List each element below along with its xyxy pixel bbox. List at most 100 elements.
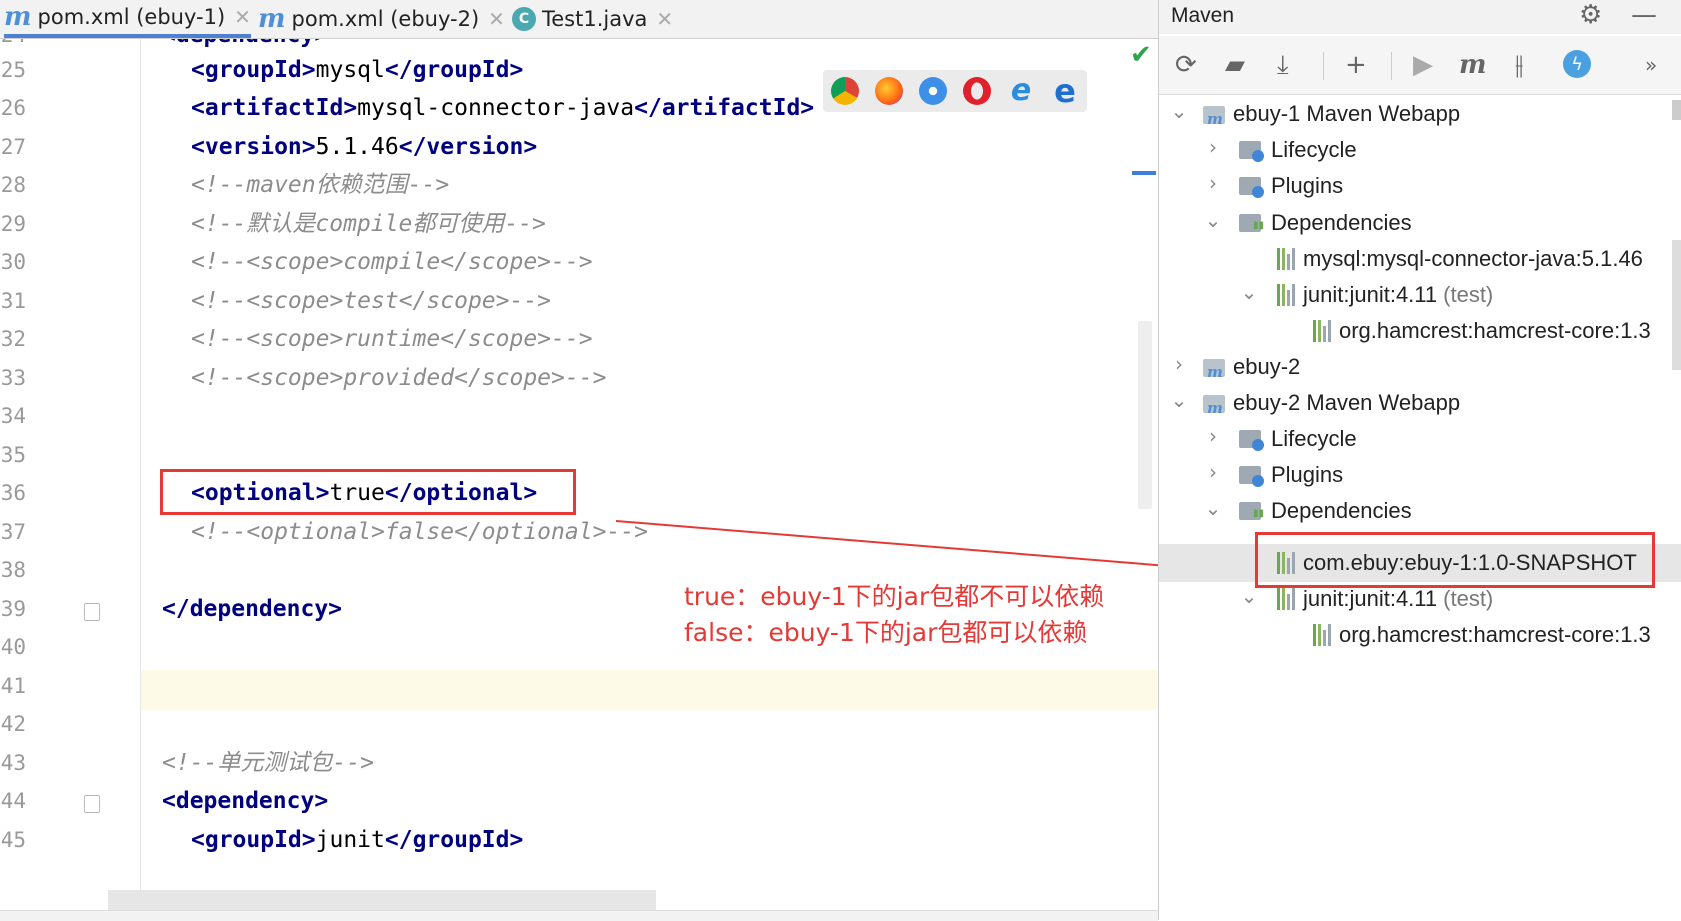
chevron-down-icon[interactable]: ⌄: [1239, 280, 1259, 304]
tree-item-module[interactable]: m ebuy-2 Maven Webapp: [1203, 385, 1460, 421]
annotation-false: false：ebuy-1下的jar包都可以依赖: [684, 618, 1088, 647]
fold-marker[interactable]: [84, 795, 100, 813]
tree-item-module[interactable]: m ebuy-2: [1203, 349, 1300, 385]
tree-item-label: Plugins: [1271, 462, 1344, 487]
line-number: 44: [0, 789, 26, 813]
horizontal-scrollbar[interactable]: [108, 890, 656, 910]
library-icon: [1277, 284, 1295, 306]
download-icon[interactable]: ⤓: [1277, 50, 1289, 80]
maven-toolbar: ⟳ ▰ ⤓ + ▶ m ⫲ ϟ »: [1159, 36, 1681, 95]
chevron-right-icon[interactable]: ›: [1203, 171, 1223, 195]
tree-item-label: Dependencies: [1271, 210, 1412, 235]
close-icon[interactable]: ✕: [234, 5, 251, 29]
line-number: 35: [0, 443, 26, 467]
close-icon[interactable]: ✕: [488, 7, 505, 31]
firefox-icon[interactable]: [875, 77, 903, 105]
chevron-down-icon[interactable]: ⌄: [1169, 388, 1189, 412]
code-editor[interactable]: 24 25 26 27 28 29 30 31 32 33 34 35 36 3…: [0, 39, 1158, 920]
tree-item-plugins[interactable]: Plugins: [1239, 168, 1343, 204]
reimport-icon[interactable]: ⟳: [1175, 50, 1197, 80]
tree-item-dependency[interactable]: junit:junit:4.11 (test): [1277, 277, 1493, 313]
execute-goal-icon[interactable]: m: [1459, 50, 1487, 80]
gear-icon[interactable]: ⚙: [1579, 0, 1602, 30]
tree-item-dependency[interactable]: org.hamcrest:hamcrest-core:1.3: [1313, 313, 1651, 349]
code-line: <groupId>junit</groupId>: [191, 827, 524, 853]
panel-scrollbar[interactable]: [1672, 240, 1681, 370]
fold-marker[interactable]: [84, 603, 100, 621]
status-bar: [0, 910, 1158, 921]
code-comment: <!--默认是compile都可使用-->: [191, 211, 546, 237]
generate-sources-icon[interactable]: ▰: [1225, 50, 1245, 80]
tree-item-lifecycle[interactable]: Lifecycle: [1239, 132, 1357, 168]
tree-item-label: Dependencies: [1271, 498, 1412, 523]
tab-pom-ebuy-1[interactable]: m pom.xml (ebuy-1) ✕: [4, 0, 251, 38]
toggle-offline-icon[interactable]: ⫲: [1515, 50, 1523, 80]
chevron-down-icon[interactable]: ⌄: [1203, 208, 1223, 232]
scope-label: (test): [1443, 586, 1494, 611]
chevron-down-icon[interactable]: ⌄: [1169, 99, 1189, 123]
add-icon[interactable]: +: [1345, 50, 1367, 80]
tree-item-dependencies[interactable]: ▮▮ Dependencies: [1239, 205, 1412, 241]
tree-item-dependency[interactable]: mysql:mysql-connector-java:5.1.46: [1277, 241, 1643, 277]
run-icon[interactable]: ▶: [1413, 50, 1433, 80]
tab-pom-ebuy-2[interactable]: m pom.xml (ebuy-2) ✕: [258, 0, 505, 38]
maven-module-icon: m: [1203, 391, 1227, 417]
skip-tests-icon[interactable]: ϟ: [1563, 50, 1591, 78]
panel-scroll-arrow[interactable]: [1672, 100, 1681, 120]
line-number: 27: [0, 135, 26, 159]
tree-item-label: junit:junit:4.11: [1303, 282, 1438, 307]
code-line: </dependency>: [162, 596, 343, 622]
plugins-folder-icon: [1239, 175, 1265, 198]
chevron-right-icon[interactable]: ›: [1203, 424, 1223, 448]
tree-item-label: Plugins: [1271, 173, 1344, 198]
opera-icon[interactable]: [963, 77, 991, 105]
tree-item-dependencies[interactable]: ▮▮ Dependencies: [1239, 493, 1412, 529]
tree-item-plugins[interactable]: Plugins: [1239, 457, 1343, 493]
line-number: 36: [0, 481, 26, 505]
line-number: 32: [0, 327, 26, 351]
maven-module-icon: m: [1203, 102, 1227, 128]
maven-m-icon: m: [258, 4, 286, 34]
tree-item-lifecycle[interactable]: Lifecycle: [1239, 421, 1357, 457]
tree-item-dependency[interactable]: org.hamcrest:hamcrest-core:1.3: [1313, 617, 1651, 653]
tree-item-dependency[interactable]: junit:junit:4.11 (test): [1277, 581, 1493, 617]
plugins-folder-icon: [1239, 464, 1265, 487]
minimize-icon[interactable]: —: [1631, 0, 1657, 30]
annotation-true: true：ebuy-1下的jar包都不可以依赖: [684, 582, 1105, 611]
ie-icon[interactable]: e: [1007, 76, 1035, 106]
tree-item-label: Lifecycle: [1271, 426, 1357, 451]
editor-scrollbar[interactable]: [1138, 321, 1152, 509]
chevron-right-icon[interactable]: ›: [1169, 352, 1189, 376]
tree-item-label: org.hamcrest:hamcrest-core:1.3: [1339, 622, 1651, 647]
line-number: 45: [0, 828, 26, 852]
close-icon[interactable]: ✕: [656, 7, 673, 31]
maven-m-icon: m: [4, 2, 32, 32]
tree-item-label: ebuy-2: [1233, 354, 1301, 379]
edge-icon[interactable]: e: [1051, 75, 1079, 107]
lifecycle-folder-icon: [1239, 428, 1265, 451]
checkmark-icon: ✔: [1130, 40, 1152, 70]
line-number: 31: [0, 289, 26, 313]
toolbar-separator: [1391, 52, 1392, 80]
more-icon[interactable]: »: [1645, 50, 1657, 80]
code-comment: <!--单元测试包-->: [162, 750, 374, 776]
scope-label: (test): [1443, 282, 1494, 307]
current-line-highlight: [0, 670, 1158, 710]
tree-item-module[interactable]: m ebuy-1 Maven Webapp: [1203, 96, 1460, 132]
maven-header: Maven ⚙ —: [1159, 0, 1681, 34]
safari-icon[interactable]: [919, 77, 947, 105]
tab-test1-java[interactable]: C Test1.java ✕: [512, 0, 673, 38]
tab-label: pom.xml (ebuy-1): [37, 5, 226, 29]
line-number: 41: [0, 674, 26, 698]
code-comment: <!--<scope>runtime</scope>-->: [191, 326, 593, 352]
library-icon: [1313, 320, 1331, 342]
chevron-right-icon[interactable]: ›: [1203, 460, 1223, 484]
toolbar-separator: [1323, 52, 1324, 80]
chrome-icon[interactable]: [831, 77, 859, 105]
chevron-down-icon[interactable]: ⌄: [1203, 496, 1223, 520]
maven-module-icon: m: [1203, 355, 1227, 381]
chevron-down-icon[interactable]: ⌄: [1239, 584, 1259, 608]
chevron-right-icon[interactable]: ›: [1203, 135, 1223, 159]
library-icon: [1313, 624, 1331, 646]
dependencies-folder-icon: ▮▮: [1239, 500, 1265, 522]
